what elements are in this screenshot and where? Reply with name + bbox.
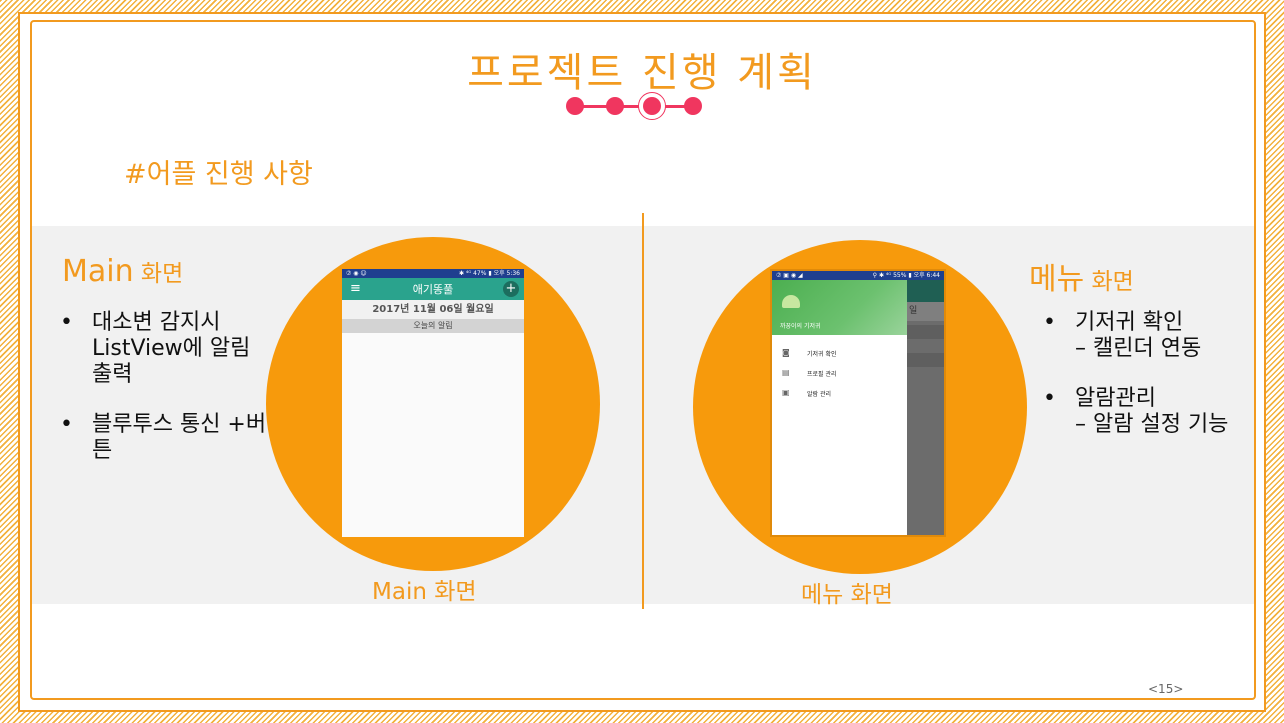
app-title: 애기똥풀: [412, 283, 454, 296]
progress-dot: [684, 97, 702, 115]
drawer-profile-name: 까꿍이의 기저귀: [780, 323, 821, 330]
vertical-divider: [642, 213, 644, 609]
status-right-info: ⚲ ✱ ⁴ᴳ 55% ▮ 오후 6:44: [872, 272, 940, 279]
status-left-icons: ⑦ ◉ ☺: [346, 270, 367, 277]
alert-list-header: 오늘의 알림: [342, 319, 524, 333]
bullet-item: 대소변 감지시 ListView에 알림 출력: [60, 310, 270, 388]
navigation-drawer: 까꿍이의 기저귀 ◙ 기저귀 확인 ▤ 프로필 관리 ▣ 알람 관리: [772, 280, 907, 535]
slideshow-icon: ▣: [782, 388, 790, 397]
progress-dot: [606, 97, 624, 115]
app-bar: ≡ 애기똥풀 +: [342, 278, 524, 300]
gallery-icon: ▤: [782, 368, 790, 377]
drawer-item-label: 프로필 관리: [807, 370, 837, 378]
menu-heading-sub: 화면: [1084, 269, 1134, 295]
progress-dot: [566, 97, 584, 115]
bullet-item: 알람관리 – 알람 설정 기능: [1043, 386, 1263, 438]
slide-title: 프로젝트 진행 계획: [467, 50, 817, 96]
bullet-item: 기저귀 확인 – 캘린더 연동: [1043, 310, 1263, 362]
drawer-item-diaper-check[interactable]: ◙ 기저귀 확인: [772, 343, 907, 363]
camera-icon: ◙: [782, 348, 790, 357]
menu-screen-caption: 메뉴 화면: [801, 582, 893, 608]
drawer-item-label: 알람 관리: [807, 390, 831, 398]
add-icon[interactable]: +: [503, 281, 519, 297]
main-screen-heading: Main 화면: [62, 254, 183, 289]
section-subtitle: #어플 진행 사항: [124, 159, 313, 190]
status-left-icons: ⑦ ▣ ◉ ◢: [776, 272, 803, 279]
status-right-info: ✱ ⁴ᴳ 47% ▮ 오후 5:36: [458, 270, 520, 277]
android-icon: [782, 295, 800, 308]
drawer-header: 까꿍이의 기저귀: [772, 280, 907, 335]
bullet-main: 기저귀 확인: [1075, 310, 1184, 335]
bullet-main: 알람관리: [1075, 386, 1156, 411]
drawer-item-alarm[interactable]: ▣ 알람 관리: [772, 383, 907, 403]
main-heading-main: Main: [62, 254, 134, 289]
dimmed-background[interactable]: 일: [907, 280, 944, 535]
phone-status-bar: ⑦ ◉ ☺ ✱ ⁴ᴳ 47% ▮ 오후 5:36: [342, 269, 524, 278]
bullet-sub: – 캘린더 연동: [1075, 336, 1202, 361]
main-bullets: 대소변 감지시 ListView에 알림 출력 블루투스 통신 +버튼: [60, 310, 270, 488]
menu-heading-main: 메뉴: [1029, 262, 1085, 297]
drawer-item-label: 기저귀 확인: [807, 350, 837, 358]
menu-bullets: 기저귀 확인 – 캘린더 연동 알람관리 – 알람 설정 기능: [1043, 310, 1263, 462]
progress-indicator: [560, 92, 710, 122]
progress-dot-current: [643, 97, 661, 115]
bullet-sub: – 알람 설정 기능: [1075, 412, 1229, 437]
hamburger-menu-icon[interactable]: ≡: [350, 282, 361, 295]
date-header: 2017년 11월 06일 월요일: [342, 300, 524, 319]
phone-status-bar: ⑦ ▣ ◉ ◢ ⚲ ✱ ⁴ᴳ 55% ▮ 오후 6:44: [772, 271, 944, 280]
dimmed-date-fragment: 일: [907, 302, 944, 321]
progress-line: [570, 105, 698, 108]
bullet-item: 블루투스 통신 +버튼: [60, 412, 270, 464]
page-number: <15>: [1148, 682, 1184, 696]
menu-screen-phone: ⑦ ▣ ◉ ◢ ⚲ ✱ ⁴ᴳ 55% ▮ 오후 6:44 일 까꿍이의 기저귀 …: [770, 269, 946, 537]
menu-screen-heading: 메뉴 화면: [1029, 254, 1134, 298]
drawer-item-profile[interactable]: ▤ 프로필 관리: [772, 363, 907, 383]
main-heading-sub: 화면: [133, 261, 184, 287]
main-screen-phone: ⑦ ◉ ☺ ✱ ⁴ᴳ 47% ▮ 오후 5:36 ≡ 애기똥풀 + 2017년 …: [342, 269, 524, 537]
main-screen-caption: Main 화면: [372, 579, 477, 605]
